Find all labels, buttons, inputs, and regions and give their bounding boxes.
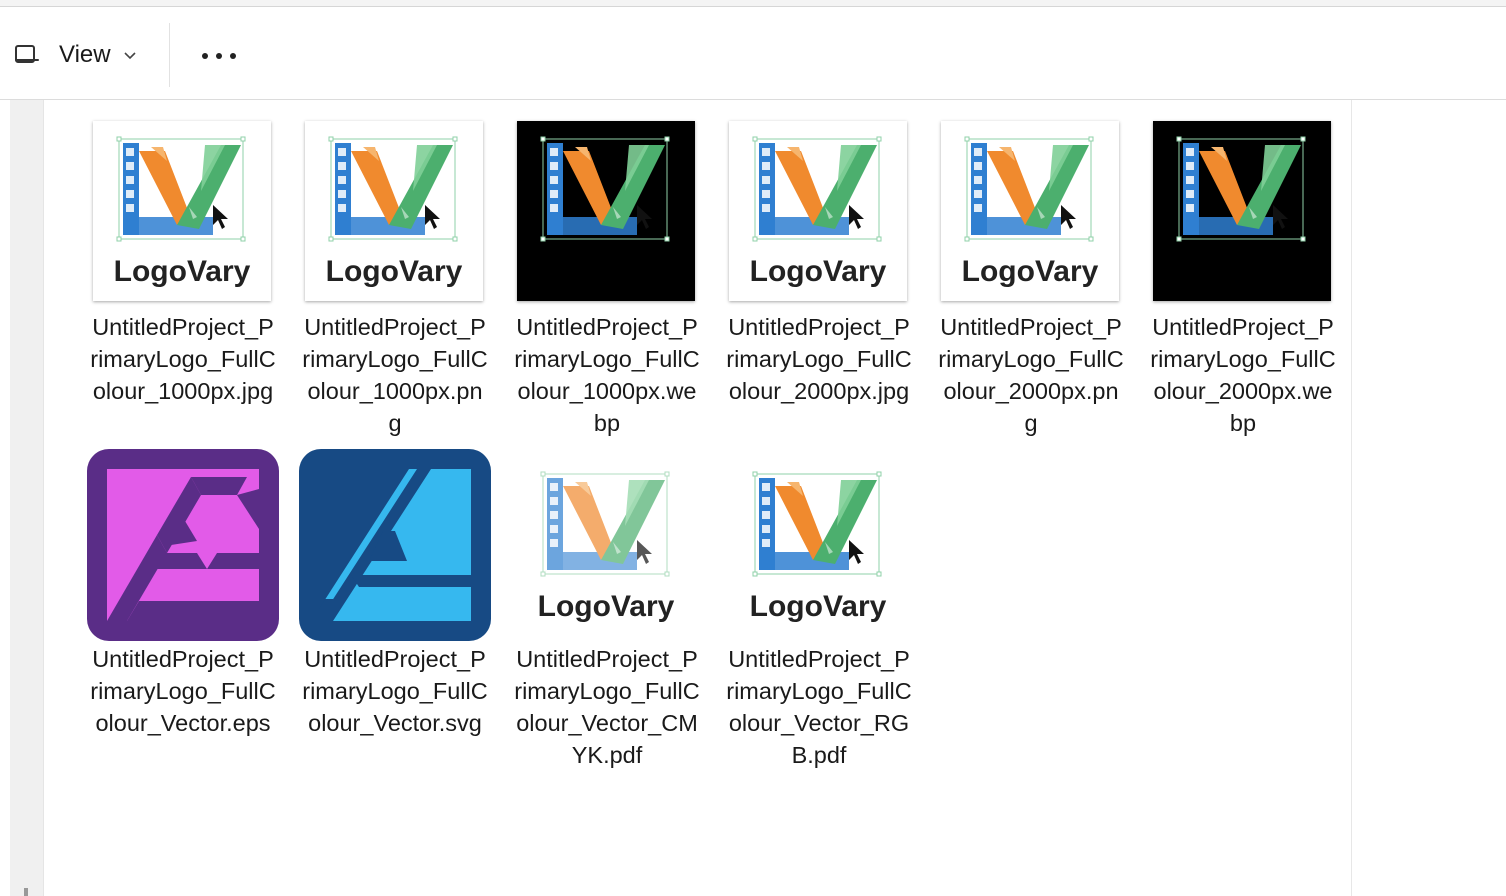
file-name-line: B.pdf: [791, 742, 847, 768]
file-name-line: olour_1000px.pn: [307, 378, 483, 404]
pdf-logo-thumbnail: LogoVary: [517, 456, 695, 641]
file-name-line: UntitledProject_P: [1152, 314, 1334, 340]
pdf-logo-thumbnail: LogoVary: [729, 456, 907, 641]
file-name: UntitledProject_P rimaryLogo_FullC olour_V…: [718, 643, 920, 771]
file-item[interactable]: LogoVary UntitledProject_P rimaryLogo_Ful…: [506, 450, 708, 790]
file-name: UntitledProject_P rimaryLogo_FullC olour_V…: [294, 643, 496, 739]
file-name-line: rimaryLogo_FullC: [938, 346, 1124, 372]
logo-thumbnail-dark: [1153, 121, 1331, 301]
logo-thumbnail: LogoVary: [729, 121, 907, 301]
file-name-line: UntitledProject_P: [92, 314, 274, 340]
file-item[interactable]: LogoVary UntitledProject_P rimaryLogo_Ful…: [294, 121, 496, 461]
file-name-line: olour_2000px.pn: [943, 378, 1119, 404]
file-name-line: g: [1024, 410, 1038, 436]
navigation-pane-edge[interactable]: [10, 100, 44, 896]
logo-thumbnail-dark: [517, 121, 695, 301]
logo-thumbnail: LogoVary: [93, 121, 271, 301]
file-name-line: olour_Vector_RG: [728, 710, 910, 736]
file-name-line: olour_Vector_CM: [516, 710, 698, 736]
file-name-line: rimaryLogo_FullC: [90, 346, 276, 372]
file-item[interactable]: LogoVary UntitledProject_P rimaryLogo_Ful…: [82, 121, 284, 461]
file-name: UntitledProject_P rimaryLogo_FullC olour_1…: [294, 311, 496, 439]
file-name-line: UntitledProject_P: [304, 314, 486, 340]
file-item[interactable]: UntitledProject_P rimaryLogo_FullC olour_V…: [294, 449, 496, 790]
file-item[interactable]: LogoVary UntitledProject_P rimaryLogo_Ful…: [930, 121, 1132, 461]
file-item[interactable]: UntitledProject_P rimaryLogo_FullC olour_V…: [82, 449, 284, 790]
file-name-line: UntitledProject_P: [92, 646, 274, 672]
logo-thumbnail: LogoVary: [941, 121, 1119, 301]
toolbar-separator: [169, 23, 170, 87]
file-name-line: bp: [1229, 410, 1257, 436]
view-layout-icon: [15, 45, 39, 65]
file-name-line: rimaryLogo_FullC: [90, 678, 276, 704]
svg-text:LogoVary: LogoVary: [538, 590, 675, 623]
file-name-line: UntitledProject_P: [940, 314, 1122, 340]
file-name: UntitledProject_P rimaryLogo_FullC olour_V…: [82, 643, 284, 739]
view-menu-button[interactable]: View: [10, 33, 150, 77]
command-bar: View: [0, 7, 1506, 100]
file-item[interactable]: LogoVary UntitledProject_P rimaryLogo_Ful…: [718, 450, 920, 790]
file-name-line: rimaryLogo_FullC: [302, 346, 488, 372]
svg-text:LogoVary: LogoVary: [326, 255, 463, 288]
file-name-line: olour_2000px.we: [1153, 378, 1333, 404]
file-name-line: olour_2000px.jpg: [728, 378, 910, 404]
file-name: UntitledProject_P rimaryLogo_FullC olour_1…: [506, 311, 708, 439]
svg-text:LogoVary: LogoVary: [114, 255, 251, 288]
file-name-line: g: [388, 410, 402, 436]
file-name-line: rimaryLogo_FullC: [726, 678, 912, 704]
more-options-button[interactable]: [194, 37, 244, 73]
file-item[interactable]: LogoVary UntitledProject_P rimaryLogo_Ful…: [718, 121, 920, 461]
file-name-line: UntitledProject_P: [516, 646, 698, 672]
file-name-line: rimaryLogo_FullC: [726, 346, 912, 372]
file-name-line: UntitledProject_P: [516, 314, 698, 340]
file-name-line: UntitledProject_P: [304, 646, 486, 672]
file-name: UntitledProject_P rimaryLogo_FullC olour_2…: [930, 311, 1132, 439]
file-name-line: olour_Vector.eps: [95, 710, 271, 736]
file-name-line: rimaryLogo_FullC: [514, 678, 700, 704]
file-item[interactable]: UntitledProject_P rimaryLogo_FullC olour_2…: [1142, 121, 1344, 461]
file-name-line: olour_Vector.svg: [308, 710, 482, 736]
file-name-line: olour_1000px.jpg: [92, 378, 274, 404]
file-name-line: UntitledProject_P: [728, 646, 910, 672]
file-name: UntitledProject_P rimaryLogo_FullC olour_V…: [506, 643, 708, 771]
more-options-icon: [198, 46, 240, 64]
affinity-photo-icon: [87, 449, 279, 646]
file-name-line: rimaryLogo_FullC: [302, 678, 488, 704]
file-name: UntitledProject_P rimaryLogo_FullC olour_1…: [82, 311, 284, 407]
window-top-edge: [0, 0, 1506, 7]
file-name-line: YK.pdf: [571, 742, 643, 768]
file-name-line: rimaryLogo_FullC: [514, 346, 700, 372]
file-name-line: rimaryLogo_FullC: [1150, 346, 1336, 372]
file-name-line: UntitledProject_P: [728, 314, 910, 340]
svg-text:LogoVary: LogoVary: [962, 255, 1099, 288]
svg-text:LogoVary: LogoVary: [750, 255, 887, 288]
file-name: UntitledProject_P rimaryLogo_FullC olour_2…: [718, 311, 920, 407]
affinity-designer-icon: [299, 449, 491, 646]
logo-thumbnail: LogoVary: [305, 121, 483, 301]
chevron-down-icon: [124, 52, 136, 60]
svg-text:LogoVary: LogoVary: [750, 590, 887, 623]
view-label: View: [59, 41, 111, 68]
file-name-line: olour_1000px.we: [517, 378, 697, 404]
details-pane-divider[interactable]: [1351, 100, 1352, 896]
file-name: UntitledProject_P rimaryLogo_FullC olour_2…: [1142, 311, 1344, 439]
file-item[interactable]: UntitledProject_P rimaryLogo_FullC olour_1…: [506, 121, 708, 461]
file-name-line: bp: [593, 410, 621, 436]
